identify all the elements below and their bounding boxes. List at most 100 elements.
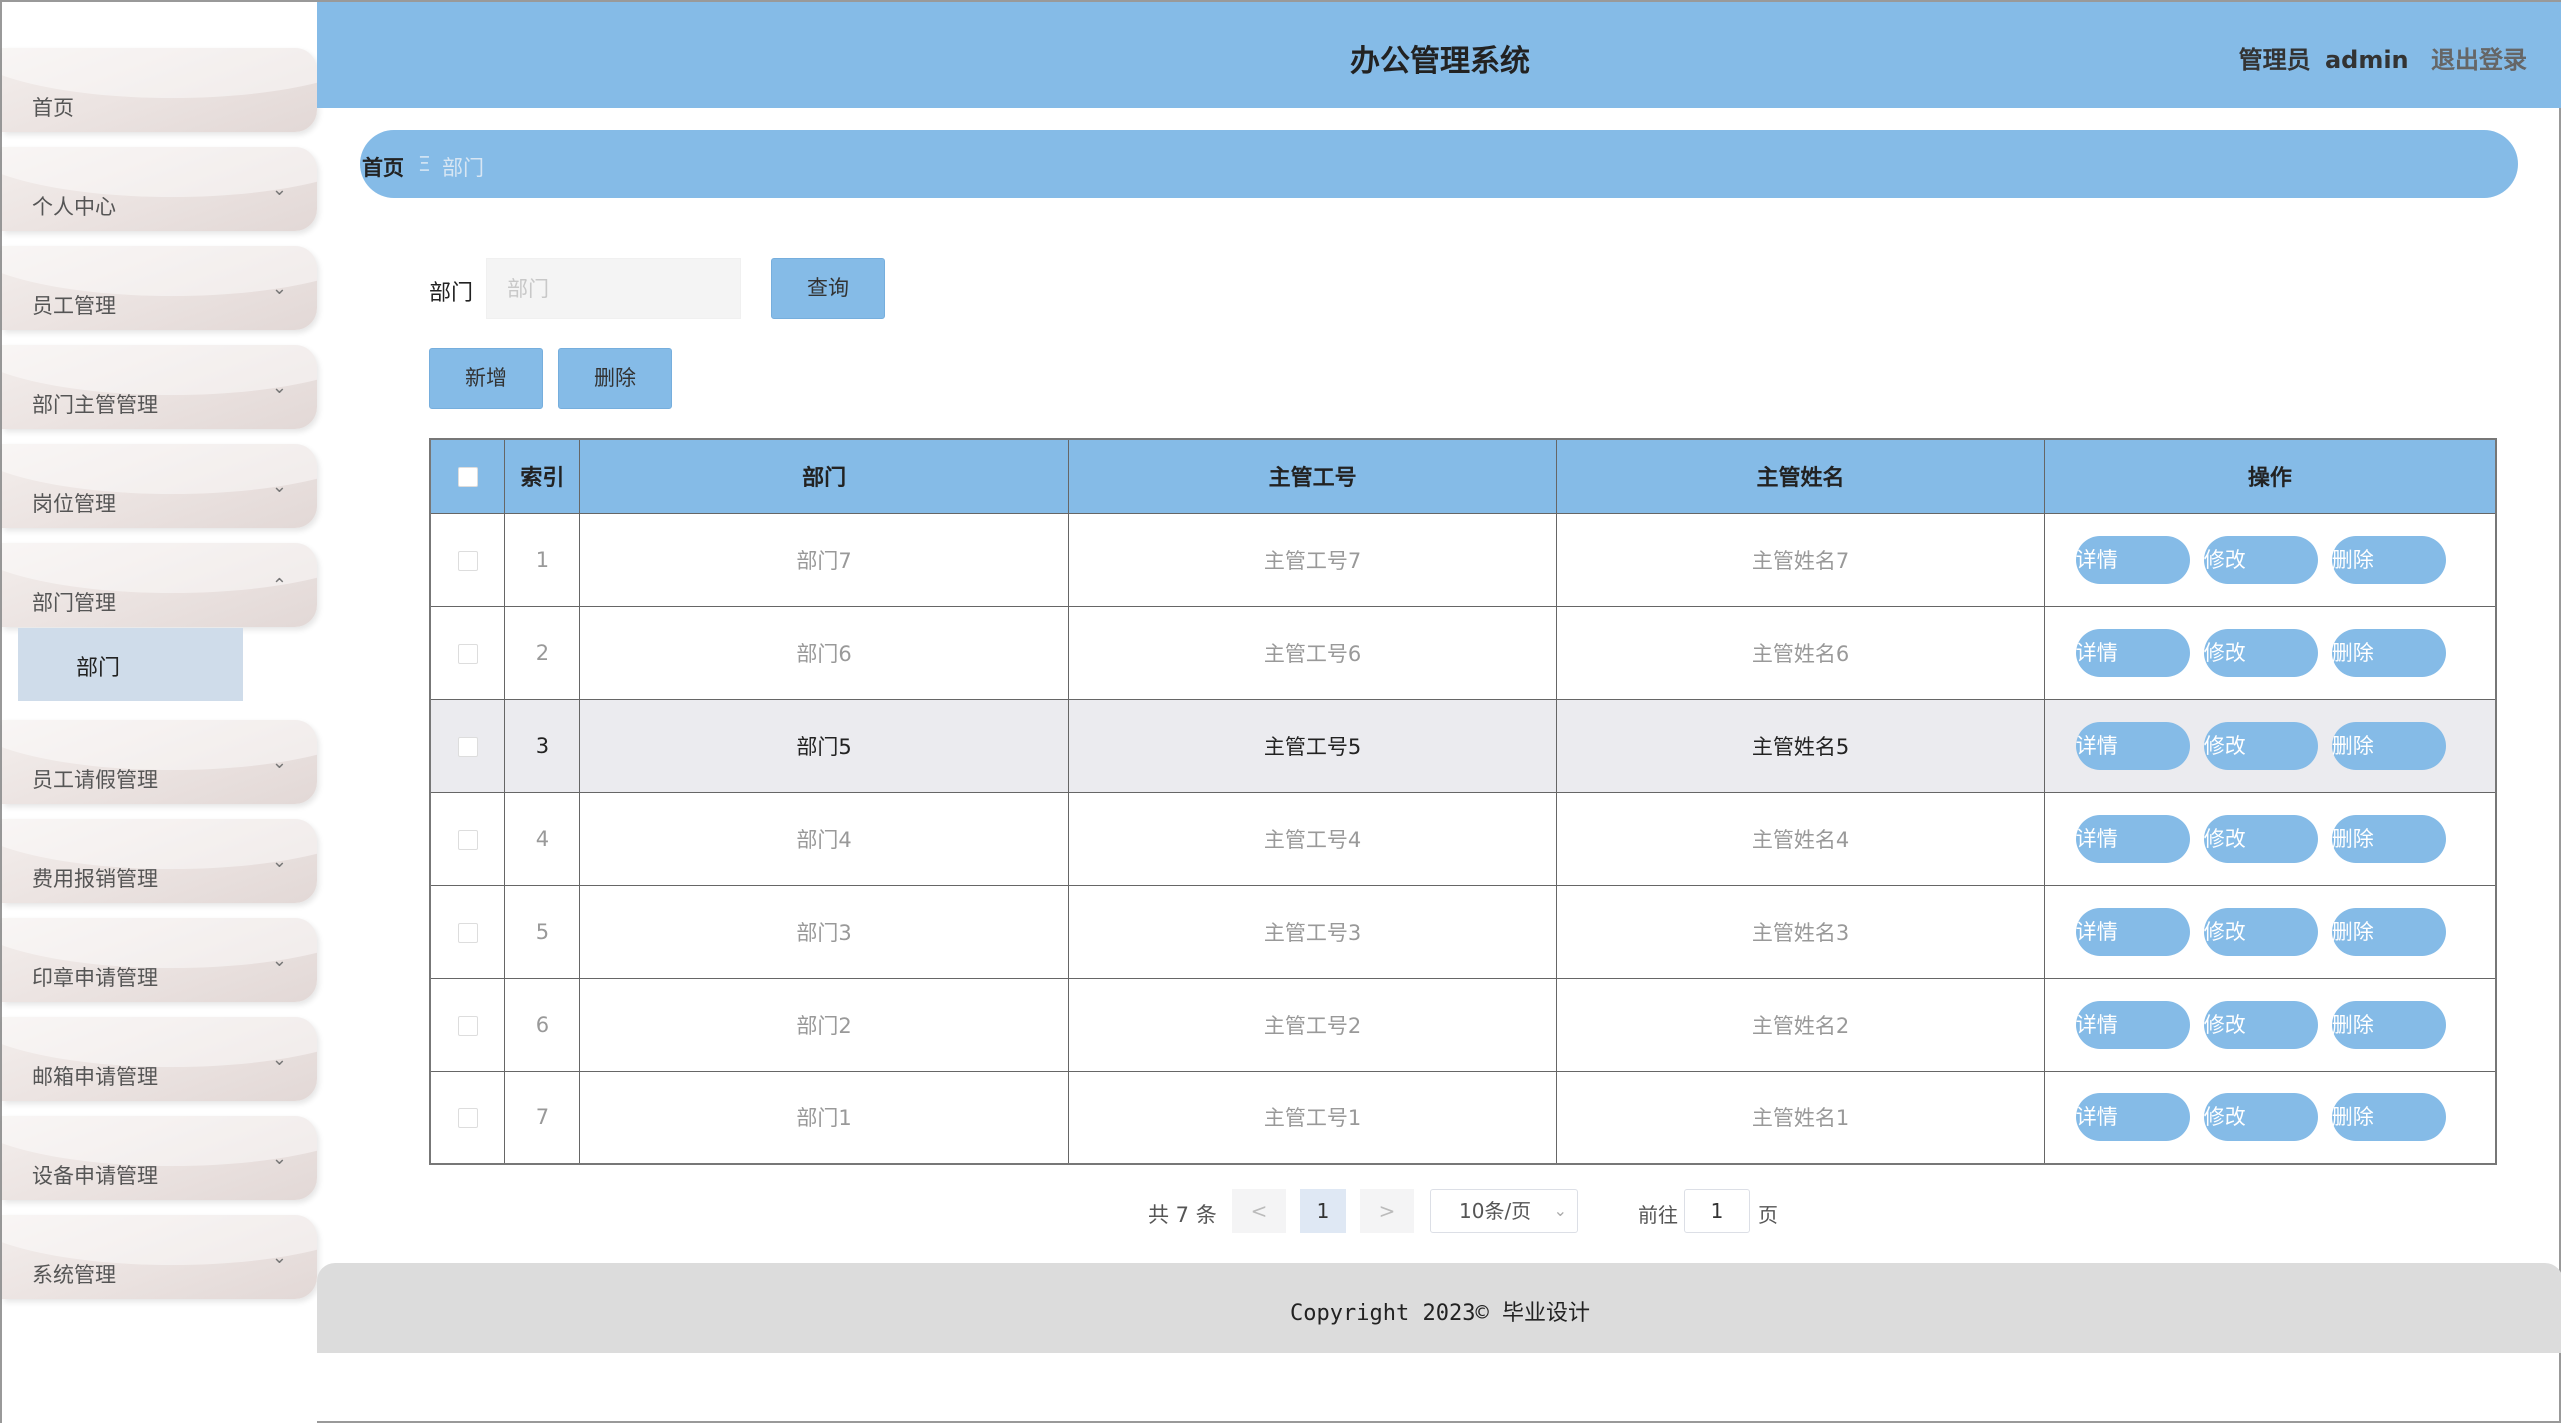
table-row: 4 部门4 主管工号4 主管姓名4 详情 修改 删除 [429, 791, 2497, 886]
cell-department: 部门3 [579, 884, 1069, 979]
search-label: 部门 [429, 281, 474, 306]
pagination-next-button[interactable]: > [1360, 1189, 1414, 1233]
table-row: 6 部门2 主管工号2 主管姓名2 详情 修改 删除 [429, 977, 2497, 1072]
edit-button[interactable]: 修改 [2203, 628, 2318, 677]
detail-button[interactable]: 详情 [2075, 628, 2190, 677]
sidebar-item-email-management[interactable]: 邮箱申请管理 ⌄ [2, 1017, 317, 1101]
sidebar-item-leave-management[interactable]: 员工请假管理 ⌄ [2, 720, 317, 804]
detail-button[interactable]: 详情 [2075, 535, 2190, 584]
row-checkbox[interactable] [457, 829, 478, 850]
edit-button[interactable]: 修改 [2203, 1093, 2318, 1142]
sidebar-item-label: 邮箱申请管理 [32, 1065, 158, 1089]
delete-button[interactable]: 删除 [2331, 721, 2446, 770]
delete-button[interactable]: 删除 [2331, 628, 2446, 677]
delete-button[interactable]: 删除 [2331, 907, 2446, 956]
breadcrumb-home-link[interactable]: 首页 [362, 152, 404, 182]
pagination-page-1[interactable]: 1 [1300, 1189, 1346, 1233]
cell-manager-name: 主管姓名3 [1556, 884, 2045, 979]
cell-index: 4 [504, 791, 581, 886]
app-window: 首页 个人中心 ⌄ 员工管理 ⌄ 部门主管管理 ⌄ 岗位管理 ⌄ 部门管理 ⌃ … [0, 0, 2561, 1423]
table-row: 5 部门3 主管工号3 主管姓名3 详情 修改 删除 [429, 884, 2497, 979]
sidebar-item-personal-center[interactable]: 个人中心 ⌄ [2, 147, 317, 231]
detail-button[interactable]: 详情 [2075, 721, 2190, 770]
cell-department: 部门4 [579, 791, 1069, 886]
department-search-input[interactable] [486, 258, 741, 319]
cell-manager-no: 主管工号2 [1067, 977, 1558, 1072]
edit-button[interactable]: 修改 [2203, 721, 2318, 770]
sidebar-item-label: 部门主管管理 [32, 393, 158, 417]
row-select-cell [429, 977, 506, 1072]
breadcrumb-separator-icon: Ξ [418, 152, 431, 176]
cell-operations: 详情 修改 删除 [2043, 605, 2497, 700]
delete-button[interactable]: 删除 [2331, 535, 2446, 584]
pagination-page-unit: 页 [1758, 1203, 1778, 1227]
page-size-value: 10条/页 [1459, 1199, 1532, 1223]
sidebar-item-employee-management[interactable]: 员工管理 ⌄ [2, 246, 317, 330]
sidebar-item-label: 系统管理 [32, 1263, 116, 1287]
sidebar-item-home[interactable]: 首页 [2, 48, 317, 132]
user-area: 管理员 admin 退出登录 [2239, 40, 2527, 75]
detail-button[interactable]: 详情 [2075, 814, 2190, 863]
chevron-up-icon: ⌃ [271, 575, 287, 596]
sidebar-item-seal-management[interactable]: 印章申请管理 ⌄ [2, 918, 317, 1002]
batch-delete-button[interactable]: 删除 [558, 348, 672, 409]
cell-index: 6 [504, 977, 581, 1072]
sidebar-item-label: 部门管理 [32, 591, 116, 615]
cell-manager-name: 主管姓名4 [1556, 791, 2045, 886]
cell-manager-no: 主管工号5 [1067, 698, 1558, 793]
delete-button[interactable]: 删除 [2331, 814, 2446, 863]
row-checkbox[interactable] [457, 643, 478, 664]
sidebar-item-label: 岗位管理 [32, 492, 116, 516]
logout-link[interactable]: 退出登录 [2431, 46, 2527, 74]
pagination-prev-button[interactable]: < [1232, 1189, 1286, 1233]
page-size-select[interactable]: 10条/页 ⌄ [1430, 1189, 1578, 1233]
sidebar-item-department-management[interactable]: 部门管理 ⌃ [2, 543, 317, 627]
chevron-down-icon: ⌄ [271, 476, 287, 497]
sidebar-item-dept-manager-management[interactable]: 部门主管管理 ⌄ [2, 345, 317, 429]
cell-department: 部门2 [579, 977, 1069, 1072]
select-all-checkbox[interactable] [457, 466, 478, 487]
edit-button[interactable]: 修改 [2203, 814, 2318, 863]
cell-manager-name: 主管姓名1 [1556, 1070, 2045, 1165]
cell-manager-no: 主管工号7 [1067, 512, 1558, 607]
user-name: admin [2324, 46, 2409, 74]
department-table: 索引 部门 主管工号 主管姓名 操作 1 部门7 主管工号7 主管姓名7 详情修… [429, 438, 2497, 1165]
detail-button[interactable]: 详情 [2075, 907, 2190, 956]
detail-button[interactable]: 详情 [2075, 1093, 2190, 1142]
header-department: 部门 [579, 438, 1069, 514]
row-checkbox[interactable] [457, 1015, 478, 1036]
edit-button[interactable]: 修改 [2203, 907, 2318, 956]
sidebar-item-label: 印章申请管理 [32, 966, 158, 990]
detail-button[interactable]: 详情 [2075, 1000, 2190, 1049]
sidebar-item-position-management[interactable]: 岗位管理 ⌄ [2, 444, 317, 528]
cell-index: 5 [504, 884, 581, 979]
row-select-cell [429, 512, 506, 607]
cell-manager-no: 主管工号3 [1067, 884, 1558, 979]
cell-manager-no: 主管工号4 [1067, 791, 1558, 886]
row-checkbox[interactable] [457, 550, 478, 571]
header-index: 索引 [504, 438, 581, 514]
table-row: 7 部门1 主管工号1 主管姓名1 详情 修改 删除 [429, 1070, 2497, 1165]
cell-manager-name: 主管姓名5 [1556, 698, 2045, 793]
table-row-hovered: 3 部门5 主管工号5 主管姓名5 详情 修改 删除 [429, 698, 2497, 793]
row-checkbox[interactable] [457, 1108, 478, 1129]
sidebar-subitem-department[interactable]: 部门 [18, 628, 243, 701]
query-button[interactable]: 查询 [771, 258, 885, 319]
row-checkbox[interactable] [457, 922, 478, 943]
chevron-down-icon: ⌄ [271, 1247, 287, 1268]
chevron-down-icon: ⌄ [271, 1148, 287, 1169]
cell-manager-name: 主管姓名7 [1556, 512, 2045, 607]
cell-department: 部门6 [579, 605, 1069, 700]
row-checkbox[interactable] [457, 736, 478, 757]
cell-manager-no: 主管工号1 [1067, 1070, 1558, 1165]
delete-button[interactable]: 删除 [2331, 1093, 2446, 1142]
delete-button[interactable]: 删除 [2331, 1000, 2446, 1049]
add-button[interactable]: 新增 [429, 348, 543, 409]
sidebar-item-device-management[interactable]: 设备申请管理 ⌄ [2, 1116, 317, 1200]
table-row: 2 部门6 主管工号6 主管姓名6 详情 修改 删除 [429, 605, 2497, 700]
sidebar-item-expense-management[interactable]: 费用报销管理 ⌄ [2, 819, 317, 903]
cell-index: 3 [504, 698, 581, 793]
edit-button[interactable]: 修改 [2203, 535, 2318, 584]
pagination-goto-input[interactable] [1684, 1189, 1750, 1233]
edit-button[interactable]: 修改 [2203, 1000, 2318, 1049]
